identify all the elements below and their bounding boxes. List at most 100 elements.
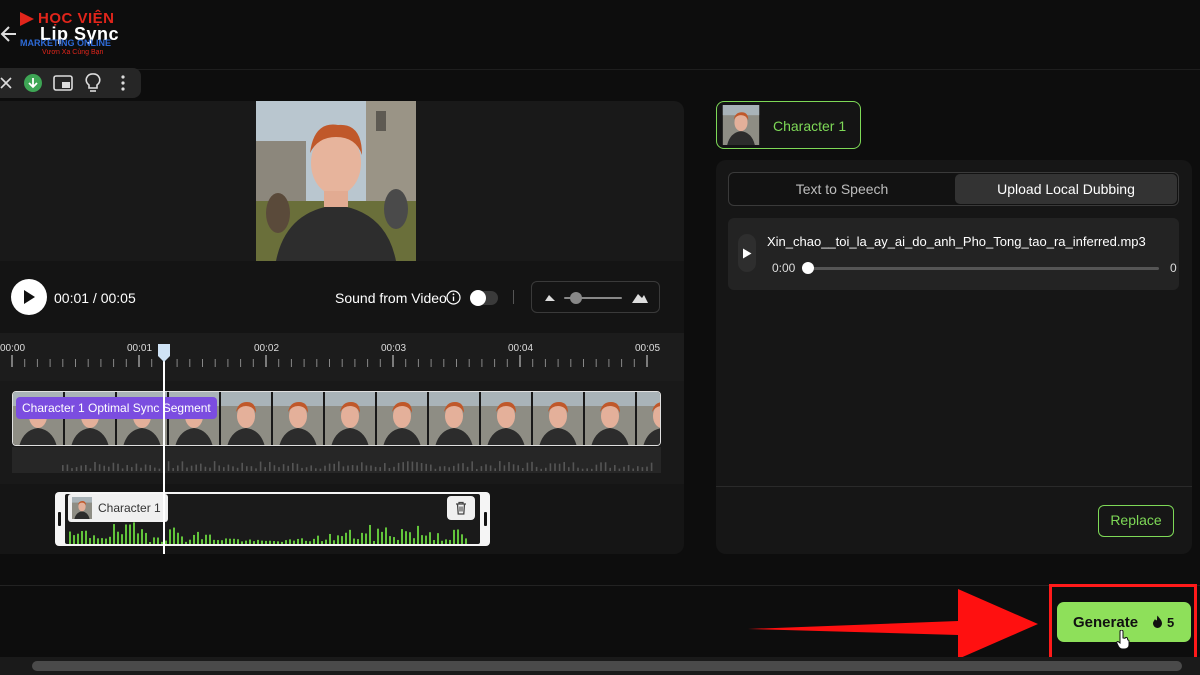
waveform-bar [301,538,303,544]
waveform-bar [282,464,285,471]
audio-file-card: Xin_chao__toi_la_ay_ai_do_anh_Pho_Tong_t… [728,218,1179,290]
waveform-bar [97,538,99,544]
waveform-bar [425,463,427,471]
waveform-bar [213,539,215,544]
waveform-bar [204,466,207,471]
waveform-bar [145,532,147,544]
red-arrow-annotation [748,589,1038,659]
waveform-bar [269,461,271,471]
waveform-bar [269,540,271,544]
waveform-bar [257,539,259,544]
waveform-bar [353,538,355,544]
tick-label: 00:04 [508,343,534,354]
watermark-logo: HỌC VIỆN MARKETING ONLINE Vươn Xa Cùng B… [18,10,128,60]
waveform-bar [85,464,87,471]
waveform-bar [177,532,179,544]
waveform-bar [62,465,64,471]
audio-clip-character-chip: Character 1 [68,494,168,522]
volume-knob[interactable] [569,292,582,304]
arrow-left-icon[interactable] [0,22,20,46]
tab-text-to-speech[interactable]: Text to Speech [729,173,955,205]
scrollbar-thumb[interactable] [32,661,1182,671]
waveform-bar [333,463,335,471]
character-avatar [721,105,761,145]
video-preview[interactable] [256,101,416,261]
waveform-bar [384,463,386,471]
tab-upload-local-dubbing[interactable]: Upload Local Dubbing [955,174,1177,204]
more-vertical-icon[interactable] [108,68,138,98]
audio-file-name: Xin_chao__toi_la_ay_ai_do_anh_Pho_Tong_t… [767,234,1146,249]
playback-time: 00:01 / 00:05 [54,290,136,306]
picture-in-picture-icon[interactable] [48,68,78,98]
character-tab[interactable]: Character 1 [716,101,861,149]
waveform-bar [66,464,69,471]
waveform-bar [313,538,315,544]
waveform-bar [285,540,287,544]
waveform-bar [385,527,387,544]
audio-seek-knob[interactable] [802,262,814,274]
video-waveform-bars [62,461,653,471]
waveform-bar [317,535,319,544]
waveform-bar [453,529,455,544]
timeline-ruler[interactable]: 00:00 00:01 00:02 00:03 00:04 00:05 [0,333,684,381]
waveform-bar [554,463,556,471]
replace-button[interactable]: Replace [1098,505,1174,537]
waveform-bar [71,468,73,471]
waveform-bar [133,522,135,544]
waveform-bar [121,534,123,544]
clip-handle-right[interactable] [484,512,487,526]
audio-clip-label: Character 1 [98,501,161,515]
delete-clip-button[interactable] [447,496,475,520]
waveform-bar [357,539,359,544]
sound-toggle[interactable] [470,290,498,306]
close-icon[interactable] [0,68,12,98]
horizontal-scrollbar[interactable] [0,657,1200,675]
waveform-bar [457,529,459,544]
waveform-bar [209,467,211,471]
clip-handle-left[interactable] [58,512,61,526]
waveform-bar [108,466,110,471]
waveform-bar [365,533,367,544]
waveform-bar [229,538,231,544]
waveform-bar [112,462,115,471]
waveform-bar [393,537,395,544]
waveform-bar [338,461,340,471]
play-button[interactable] [11,279,47,315]
divider [513,290,514,304]
waveform-bar [89,538,91,544]
waveform-bar [237,539,239,544]
playhead-handle[interactable] [158,344,170,362]
waveform-bar [531,461,533,471]
character-tab-label: Character 1 [773,118,847,134]
waveform-bar [137,533,139,544]
waveform-bar [117,463,119,471]
audio-play-button[interactable] [738,234,756,272]
waveform-bar [618,468,621,471]
waveform-bar [158,468,161,471]
lightbulb-icon[interactable] [78,68,108,98]
watermark-tagline: Vươn Xa Cùng Bạn [42,49,104,56]
waveform-bar [232,466,234,471]
info-icon[interactable] [446,290,461,305]
waveform-bar [305,467,308,471]
playhead[interactable] [158,344,170,554]
waveform-bar [604,462,607,471]
waveform-bar [287,465,289,471]
waveform-bar [411,461,414,471]
video-waveform [12,447,661,473]
film-frame [429,392,479,445]
volume-control [531,281,660,313]
waveform-bar [333,540,335,544]
character-avatar [71,497,93,519]
waveform-bar [103,465,105,471]
waveform-bar [310,465,312,471]
waveform-bar [149,465,151,471]
audio-seek-bar[interactable] [806,267,1159,270]
waveform-bar [144,464,147,471]
waveform-bar [98,464,101,471]
waveform-bar [641,467,644,471]
waveform-bar [365,465,368,471]
download-icon[interactable] [18,68,48,98]
divider [716,486,1192,487]
waveform-bar [236,467,239,471]
